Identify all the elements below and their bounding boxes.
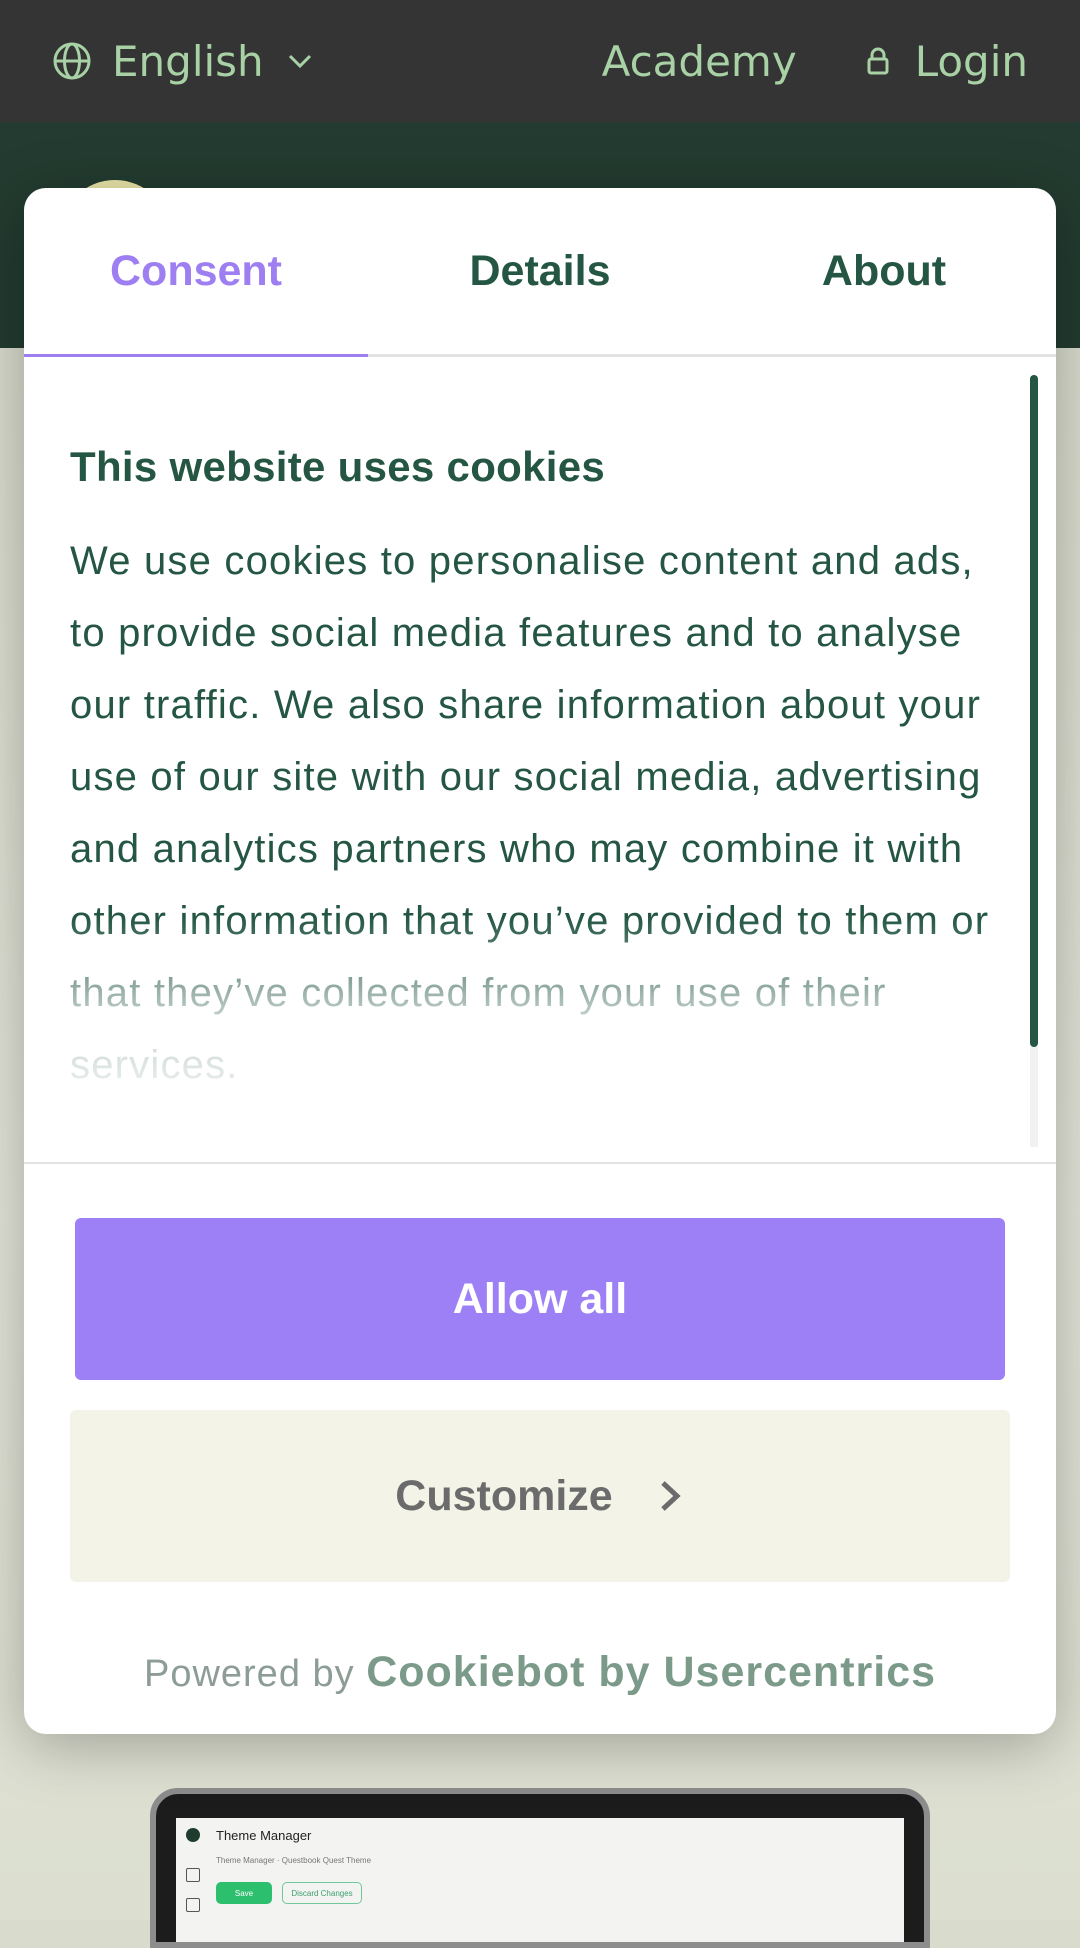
laptop-save-button: Save — [216, 1882, 272, 1904]
powered-by: Powered by Cookiebot by Usercentrics — [24, 1648, 1056, 1697]
lock-icon — [867, 47, 889, 75]
app-logo-icon — [186, 1828, 200, 1842]
chevron-down-icon — [288, 54, 311, 69]
cookie-description: We use cookies to personalise content an… — [70, 539, 990, 1087]
laptop-breadcrumb: Theme Manager · Questbook Quest Theme — [216, 1856, 372, 1865]
laptop-app-title: Theme Manager — [216, 1828, 312, 1843]
home-icon — [186, 1868, 200, 1882]
laptop-mockup-image: Theme Manager Theme Manager · Questbook … — [150, 1788, 930, 1948]
laptop-discard-button: Discard Changes — [282, 1882, 362, 1904]
login-link[interactable]: Login — [867, 37, 1028, 86]
powered-by-prefix: Powered by — [143, 1653, 355, 1695]
consent-content[interactable]: This website uses cookies We use cookies… — [24, 357, 1056, 1147]
tab-about[interactable]: About — [712, 188, 1056, 354]
globe-icon — [53, 42, 91, 80]
customize-button[interactable]: Customize — [70, 1410, 1010, 1582]
dialog-tabs: Consent Details About — [24, 188, 1056, 357]
grid-icon — [186, 1898, 200, 1912]
cookie-heading: This website uses cookies — [70, 443, 606, 490]
language-label: English — [112, 36, 264, 86]
chevron-right-icon — [661, 1481, 681, 1511]
scrollbar-thumb[interactable] — [1030, 375, 1038, 1047]
login-label: Login — [914, 36, 1028, 86]
cookiebot-brand-link[interactable]: Cookiebot by Usercentrics — [366, 1648, 936, 1696]
laptop-screen: Theme Manager Theme Manager · Questbook … — [176, 1818, 904, 1942]
customize-label: Customize — [395, 1471, 613, 1520]
language-selector[interactable]: English — [52, 37, 314, 86]
academy-link[interactable]: Academy — [602, 37, 797, 86]
top-bar: English Academy Login — [0, 0, 1080, 122]
cookie-consent-dialog: Consent Details About This website uses … — [24, 188, 1056, 1734]
allow-all-button[interactable]: Allow all — [75, 1218, 1005, 1380]
tab-details[interactable]: Details — [368, 188, 712, 354]
tab-consent[interactable]: Consent — [24, 188, 368, 357]
divider — [24, 1162, 1056, 1164]
